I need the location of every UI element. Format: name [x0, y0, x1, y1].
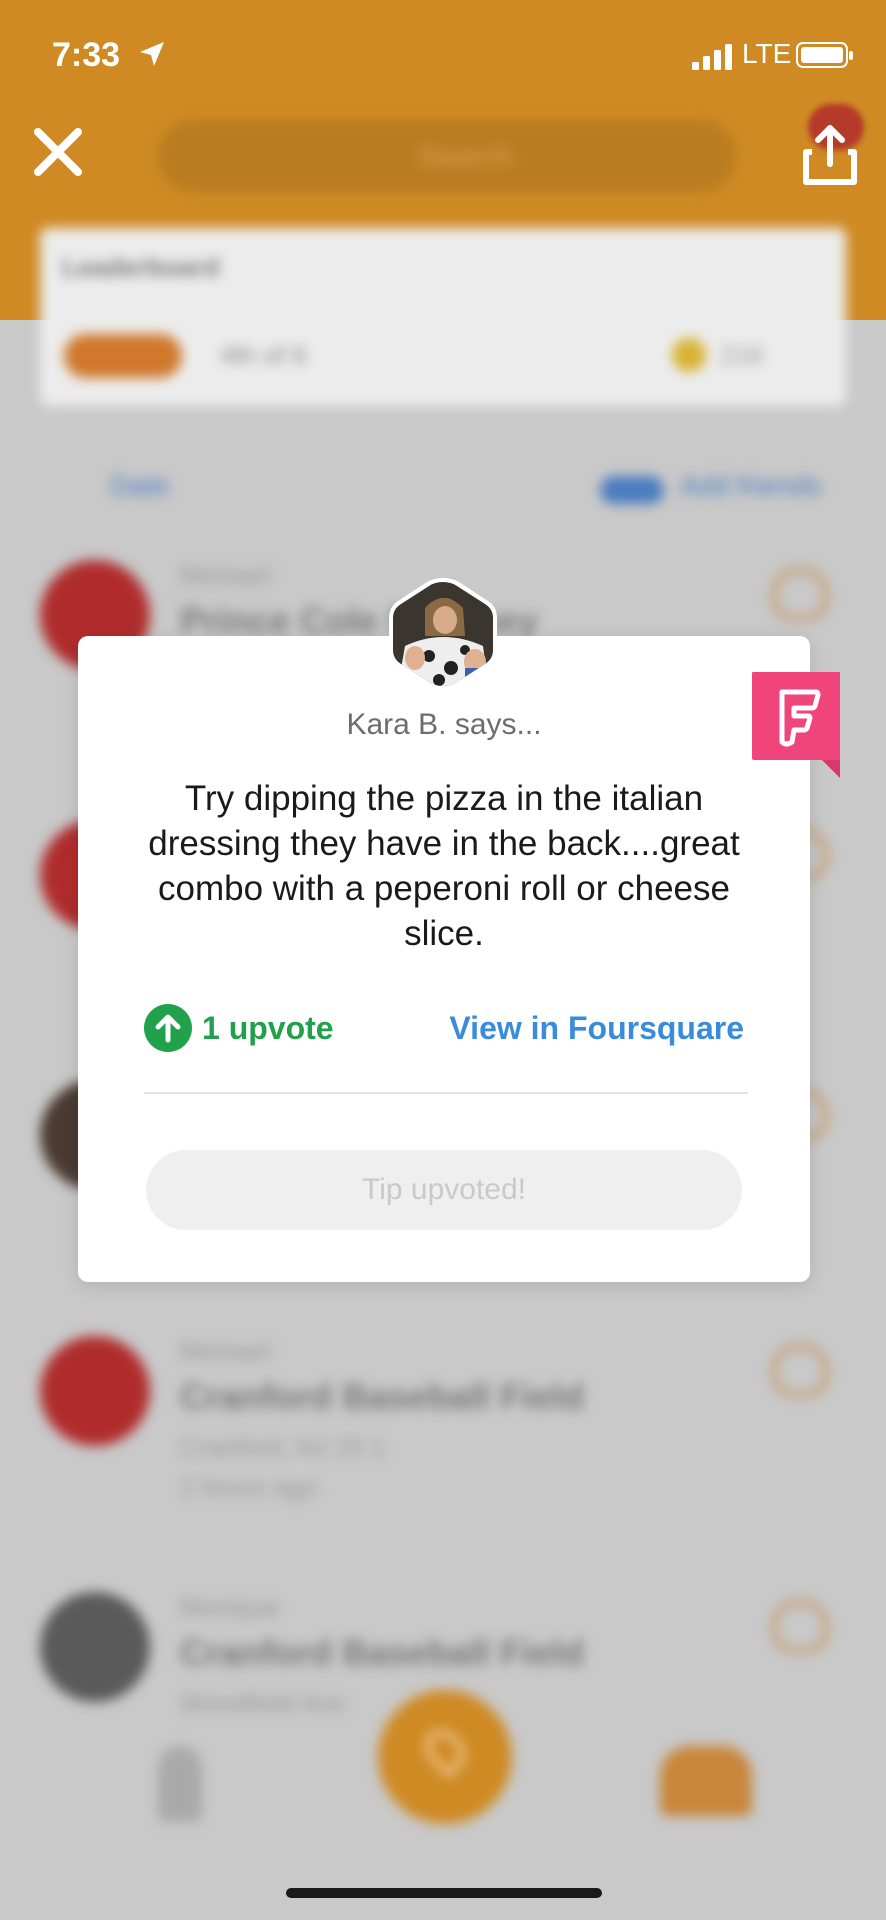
home-indicator[interactable]: [286, 1888, 602, 1898]
author-avatar: [389, 578, 497, 690]
feed-item[interactable]: Michael Cranford Baseball Field Cranford…: [0, 1336, 886, 1536]
heart-icon[interactable]: [772, 1344, 828, 1396]
network-label: LTE: [742, 38, 792, 69]
avatar: [40, 1592, 150, 1702]
upvote-arrow-icon[interactable]: [144, 1004, 192, 1052]
tip-author: Kara B. says...: [346, 708, 542, 741]
status-time: 7:33: [52, 36, 121, 74]
tip-actions: 1 upvote View in Foursquare: [144, 1004, 744, 1052]
map-pin-icon: [417, 1722, 473, 1778]
signal-icon: [692, 44, 732, 70]
foursquare-icon: [752, 672, 840, 778]
feed-user: Michael: [180, 560, 270, 590]
divider: [144, 1092, 748, 1094]
location-arrow-icon: [140, 42, 164, 66]
friends-tab-icon[interactable]: [660, 1746, 752, 1816]
leaderboard-rank: 4th of 6: [220, 340, 307, 370]
status-bar: 7:33 LTE: [0, 0, 886, 110]
close-icon[interactable]: [30, 124, 86, 180]
bottom-nav: [0, 1690, 886, 1830]
feed-user: Michael: [180, 1336, 270, 1366]
tip-modal: Kara B. says... Try dipping the pizza in…: [78, 636, 810, 1282]
leaderboard-title: Leaderboard: [62, 252, 220, 282]
add-friends-link[interactable]: Add friends: [680, 470, 822, 502]
friends-toggle[interactable]: [600, 476, 664, 504]
leaderboard-card[interactable]: Leaderboard 4th of 6 216: [40, 228, 846, 406]
feed-title: Cranford Baseball Field: [180, 1376, 585, 1417]
heart-icon[interactable]: [772, 1600, 828, 1652]
tip-upvoted-button[interactable]: Tip upvoted!: [146, 1150, 742, 1230]
checkin-button[interactable]: [378, 1690, 512, 1824]
leaderboard-points: 216: [720, 340, 764, 370]
leaderboard-icon: [64, 334, 182, 378]
coin-icon: [672, 338, 706, 372]
feed-meta: Cranford, NJ 15 1: [180, 1432, 386, 1462]
feed-time: 2 hours ago: [180, 1472, 318, 1502]
view-in-foursquare-link[interactable]: View in Foursquare: [449, 1010, 744, 1047]
feed-title: Cranford Baseball Field: [180, 1632, 585, 1673]
upvote-count[interactable]: 1 upvote: [202, 1010, 334, 1047]
feed-user: Monique: [180, 1592, 280, 1622]
search-placeholder: Search: [418, 140, 514, 173]
date-filter[interactable]: Date: [110, 470, 169, 502]
filter-row: Date Add friends: [40, 470, 846, 510]
share-icon[interactable]: [798, 124, 862, 188]
profile-tab-icon[interactable]: [158, 1746, 202, 1822]
tip-text: Try dipping the pizza in the italian dre…: [148, 779, 740, 953]
avatar: [40, 1336, 150, 1446]
battery-icon: [796, 42, 853, 68]
heart-icon[interactable]: [772, 568, 828, 620]
search-bar[interactable]: Search: [158, 120, 736, 192]
